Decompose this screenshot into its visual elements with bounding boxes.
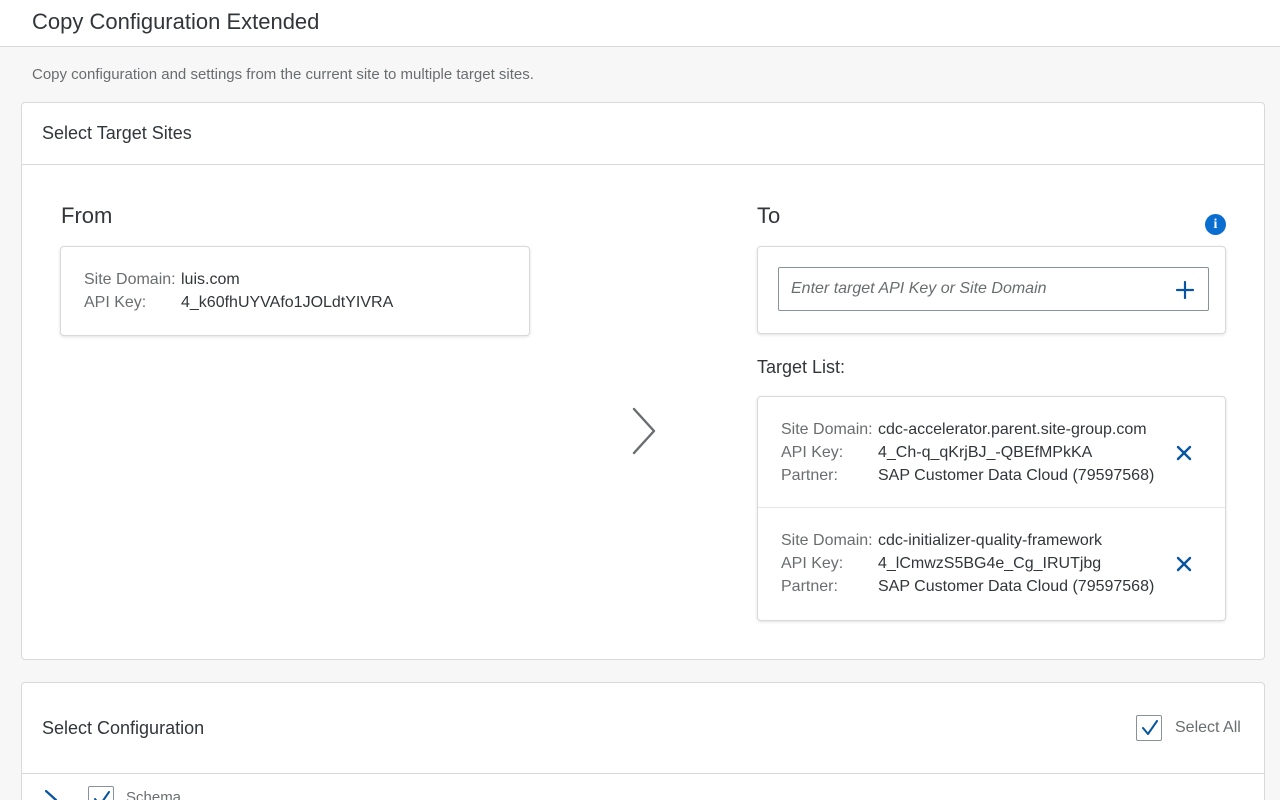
source-site-domain-row: Site Domain: luis.com — [84, 268, 504, 291]
target-partner-row: Partner: SAP Customer Data Cloud (795975… — [781, 464, 1171, 487]
top-bar: Copy Configuration Extended — [0, 0, 1280, 47]
target-site-domain-value: cdc-initializer-quality-framework — [878, 532, 1103, 549]
target-partner-value: SAP Customer Data Cloud (79597568) — [878, 578, 1155, 595]
target-list: Site Domain: cdc-accelerator.parent.site… — [757, 396, 1226, 621]
chevron-right-icon — [632, 407, 656, 455]
card-title: Select Configuration — [42, 718, 205, 738]
target-api-key-value: 4_lCmwzS5BG4e_Cg_IRUTjbg — [878, 555, 1102, 572]
add-target-panel — [757, 246, 1226, 334]
close-icon[interactable] — [1173, 553, 1195, 575]
card-title: Select Target Sites — [42, 123, 192, 143]
site-domain-label: Site Domain: — [781, 532, 873, 549]
target-input-wrapper — [778, 267, 1209, 311]
page-description: Copy configuration and settings from the… — [32, 66, 534, 83]
target-partner-row: Partner: SAP Customer Data Cloud (795975… — [781, 575, 1171, 598]
site-domain-label: Site Domain: — [84, 271, 176, 288]
select-configuration-card: Select Configuration Select All Schema — [21, 682, 1265, 800]
target-list-label: Target List: — [757, 357, 846, 377]
source-api-key-row: API Key: 4_k60fhUYVAfo1JOLdtYIVRA — [84, 291, 504, 314]
card-header: Select Target Sites — [22, 103, 1264, 165]
from-title: From — [61, 203, 113, 228]
target-api-key-value: 4_Ch-q_qKrjBJ_-QBEfMPkKA — [878, 444, 1093, 461]
target-search-input[interactable] — [779, 268, 1159, 310]
schema-label: Schema — [126, 789, 182, 800]
target-api-key-row: API Key: 4_Ch-q_qKrjBJ_-QBEfMPkKA — [781, 441, 1171, 464]
target-site-domain-value: cdc-accelerator.parent.site-group.com — [878, 421, 1147, 438]
api-key-label: API Key: — [781, 444, 844, 461]
partner-label: Partner: — [781, 467, 838, 484]
info-icon[interactable]: i — [1205, 214, 1226, 235]
select-all-label: Select All — [1175, 719, 1241, 736]
checkmark-icon — [94, 791, 110, 800]
api-key-label: API Key: — [84, 294, 147, 311]
target-api-key-row: API Key: 4_lCmwzS5BG4e_Cg_IRUTjbg — [781, 552, 1171, 575]
checkmark-icon — [1142, 720, 1158, 735]
target-list-item: Site Domain: cdc-accelerator.parent.site… — [758, 397, 1225, 508]
schema-checkbox[interactable] — [88, 786, 114, 800]
select-all-checkbox[interactable] — [1136, 715, 1162, 741]
target-site-domain-row: Site Domain: cdc-initializer-quality-fra… — [781, 529, 1171, 552]
source-site-domain-value: luis.com — [181, 271, 240, 288]
page-title: Copy Configuration Extended — [32, 9, 320, 34]
target-list-item: Site Domain: cdc-initializer-quality-fra… — [758, 508, 1225, 619]
to-title: To — [757, 203, 781, 228]
site-domain-label: Site Domain: — [781, 421, 873, 438]
source-site-panel: Site Domain: luis.com API Key: 4_k60fhUY… — [60, 246, 530, 336]
target-site-domain-row: Site Domain: cdc-accelerator.parent.site… — [781, 418, 1171, 441]
source-api-key-value: 4_k60fhUYVAfo1JOLdtYIVRA — [181, 294, 394, 311]
plus-icon[interactable] — [1170, 275, 1200, 305]
api-key-label: API Key: — [781, 555, 844, 572]
chevron-right-icon[interactable] — [42, 788, 60, 800]
target-partner-value: SAP Customer Data Cloud (79597568) — [878, 467, 1155, 484]
close-icon[interactable] — [1173, 442, 1195, 464]
card-header: Select Configuration Select All — [22, 683, 1264, 774]
partner-label: Partner: — [781, 578, 838, 595]
